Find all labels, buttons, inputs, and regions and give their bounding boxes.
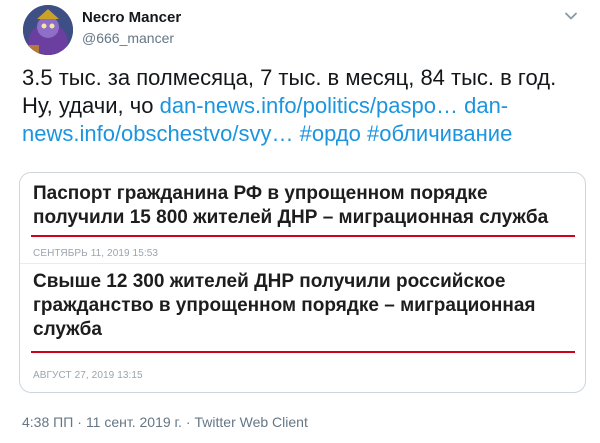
card-1-underline: [31, 235, 575, 237]
card-2-title: Свыше 12 300 жителей ДНР получили россий…: [33, 271, 536, 340]
tweet-meta: 4:38 ПП · 11 сент. 2019 г. · Twitter Web Cli…: [22, 414, 308, 430]
hashtag-oblichivanie[interactable]: #обличивание: [367, 121, 512, 146]
meta-separator: ·: [77, 414, 82, 430]
news-card-2[interactable]: Свыше 12 300 жителей ДНР получили россий…: [20, 264, 585, 392]
card-2-underline: [31, 351, 575, 353]
link-politics[interactable]: dan-news.info/politics/paspo…: [160, 93, 458, 118]
news-card-1[interactable]: Паспорт гражданина РФ в упрощенном поряд…: [20, 173, 585, 263]
card-2-date: АВГУСТ 27, 2019 13:15: [33, 370, 143, 381]
client-link[interactable]: Twitter Web Client: [195, 414, 308, 430]
tweet-text-line1: 3.5 тыс. за полмесяца, 7 тыс. в месяц, 8…: [22, 65, 557, 90]
card-1-title: Паспорт гражданина РФ в упрощенном поряд…: [33, 183, 549, 228]
tweet-date[interactable]: 11 сент. 2019 г.: [86, 414, 182, 430]
tweet-text: 3.5 тыс. за полмесяца, 7 тыс. в месяц, 8…: [22, 64, 582, 148]
chevron-down-icon[interactable]: [562, 7, 580, 25]
tweet-time[interactable]: 4:38 ПП: [22, 414, 73, 430]
link-cards: Паспорт гражданина РФ в упрощенном поряд…: [19, 172, 586, 393]
meta-separator-2: ·: [185, 414, 191, 430]
user-handle[interactable]: @666_mancer: [82, 30, 174, 46]
card-1-date: СЕНТЯБРЬ 11, 2019 15:53: [33, 248, 159, 259]
hashtag-ordo[interactable]: #ордо: [300, 121, 361, 146]
avatar[interactable]: [23, 5, 73, 55]
display-name[interactable]: Necro Mancer: [82, 9, 181, 26]
tweet-text-prefix: Ну, удачи, чо: [22, 93, 154, 118]
